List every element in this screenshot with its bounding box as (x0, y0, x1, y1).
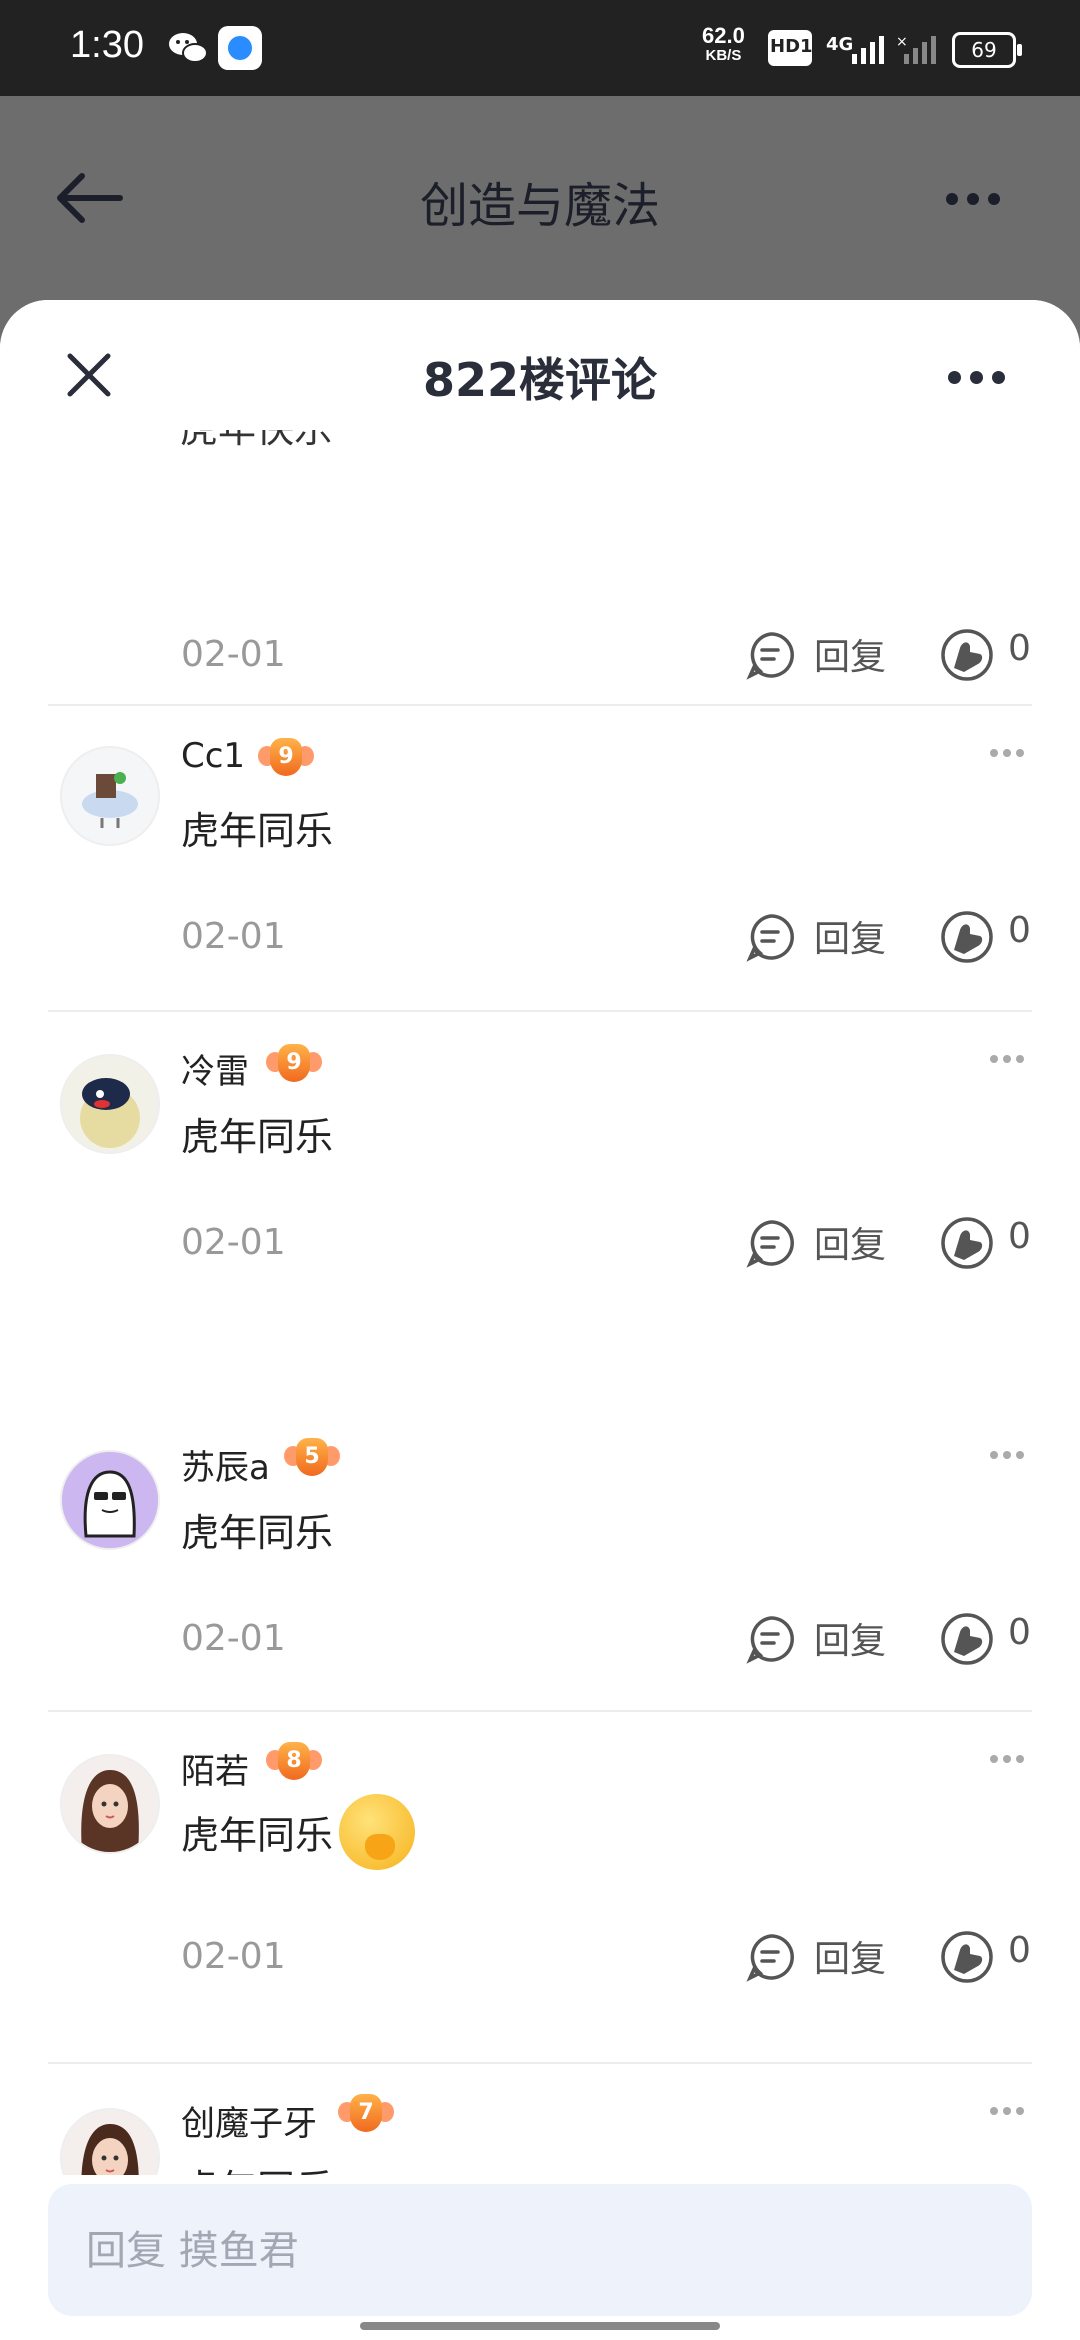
comment-text: 虎年同乐 (181, 809, 334, 853)
level-number: 5 (296, 1438, 328, 1476)
comment-text: 虎年同乐 (181, 1813, 334, 1858)
level-number: 8 (278, 1742, 310, 1780)
reply-bar (48, 2184, 1032, 2318)
avatar[interactable] (60, 2108, 160, 2175)
comment-list-continued[interactable]: 苏辰a 5 虎年同乐 02-01 回复 0 陌若 8 虎年同乐 02-01 回复 (0, 1410, 1080, 2175)
comment-date: 02-01 (181, 1222, 286, 1263)
sheet-header: 822楼评论 (0, 300, 1080, 430)
avatar[interactable] (60, 1754, 160, 1854)
reply-icon[interactable] (746, 912, 796, 962)
username[interactable]: 冷雷 (181, 1044, 249, 1093)
like-count: 0 (1008, 1216, 1031, 1257)
level-number: 7 (350, 2094, 382, 2132)
like-icon[interactable] (940, 910, 994, 964)
avatar[interactable] (60, 1054, 160, 1154)
signal-icon (852, 36, 884, 64)
reply-icon[interactable] (746, 1614, 796, 1664)
divider (48, 704, 1032, 706)
username[interactable]: 创魔子牙 (181, 2096, 317, 2145)
like-icon[interactable] (940, 1612, 994, 1666)
comments-sheet: 822楼评论 虎年快乐 02-01 回复 0 Cc1 9 虎年同乐 02-01 … (0, 300, 1080, 2340)
comment-date: 02-01 (181, 916, 286, 957)
like-count: 0 (1008, 1612, 1031, 1653)
like-count: 0 (1008, 628, 1031, 669)
level-badge: 8 (266, 1740, 322, 1784)
comment-text: 虎年同乐 (181, 1115, 334, 1159)
status-bar: 1:30 62.0 KB/S HD1 4G × 69 (0, 0, 1080, 96)
username[interactable]: 苏辰a (181, 1440, 270, 1489)
svg-text:×: × (896, 34, 908, 50)
hd-badge: HD1 (768, 30, 813, 66)
net-speed-unit: KB/S (705, 47, 742, 64)
app-more-button[interactable] (946, 190, 1009, 209)
status-time: 1:30 (70, 24, 144, 66)
level-number: 9 (278, 1044, 310, 1082)
username[interactable]: Cc1 (181, 736, 245, 776)
username[interactable]: 陌若 (181, 1744, 249, 1793)
like-count: 0 (1008, 910, 1031, 951)
comment-text: 虎年同乐 (181, 1511, 334, 1555)
reply-button[interactable]: 回复 (814, 1216, 886, 1268)
wechat-icon (166, 26, 210, 70)
reply-button[interactable]: 回复 (814, 1930, 886, 1982)
reply-button[interactable]: 回复 (814, 628, 886, 680)
comment-date: 02-01 (181, 1936, 286, 1977)
battery-indicator: 69 (952, 32, 1022, 68)
like-icon[interactable] (940, 1216, 994, 1270)
level-badge: 7 (338, 2092, 394, 2136)
app-header: 创造与魔法 (0, 96, 1080, 300)
sheet-title: 822楼评论 (422, 353, 658, 407)
shy-face-emoji-icon (339, 1794, 416, 1870)
reply-icon[interactable] (746, 630, 796, 680)
reply-button[interactable]: 回复 (814, 1612, 886, 1664)
level-badge: 9 (266, 1042, 322, 1086)
comment-more-button[interactable] (990, 1748, 1029, 1767)
avatar[interactable] (60, 1450, 160, 1550)
app-notification-icon (218, 26, 262, 70)
divider (48, 1710, 1032, 1712)
level-number: 9 (270, 738, 302, 776)
comment-text: 虎年同乐 (181, 2158, 333, 2175)
like-icon[interactable] (940, 1930, 994, 1984)
comment-date: 02-01 (181, 1618, 286, 1659)
divider (48, 1010, 1032, 1012)
home-indicator[interactable] (360, 2322, 720, 2330)
like-icon[interactable] (940, 628, 994, 682)
network-speed: 62.0 KB/S (702, 23, 745, 66)
divider (48, 2062, 1032, 2064)
avatar[interactable] (60, 746, 160, 846)
reply-icon[interactable] (746, 1932, 796, 1982)
reply-input[interactable] (84, 2184, 988, 2318)
app-title: 创造与魔法 (419, 178, 660, 234)
comment-more-button[interactable] (990, 742, 1029, 761)
network-type: 4G (826, 34, 854, 55)
comment-date: 02-01 (181, 634, 286, 675)
signal-icon-2: × (896, 34, 936, 64)
net-speed-value: 62.0 (702, 23, 745, 48)
comment-list[interactable]: 虎年快乐 02-01 回复 0 Cc1 9 虎年同乐 02-01 回复 0 冷雷… (0, 410, 1080, 1410)
comment-text-row: 虎年同乐 (181, 1794, 416, 1870)
reply-icon[interactable] (746, 1218, 796, 1268)
comment-more-button[interactable] (990, 1444, 1029, 1463)
comment-more-button[interactable] (990, 1048, 1029, 1067)
like-count: 0 (1008, 1930, 1031, 1971)
level-badge: 5 (284, 1436, 340, 1480)
reply-button[interactable]: 回复 (814, 910, 886, 962)
comment-more-button[interactable] (990, 2100, 1029, 2119)
sheet-more-button[interactable] (948, 369, 1014, 388)
level-badge: 9 (258, 736, 314, 780)
